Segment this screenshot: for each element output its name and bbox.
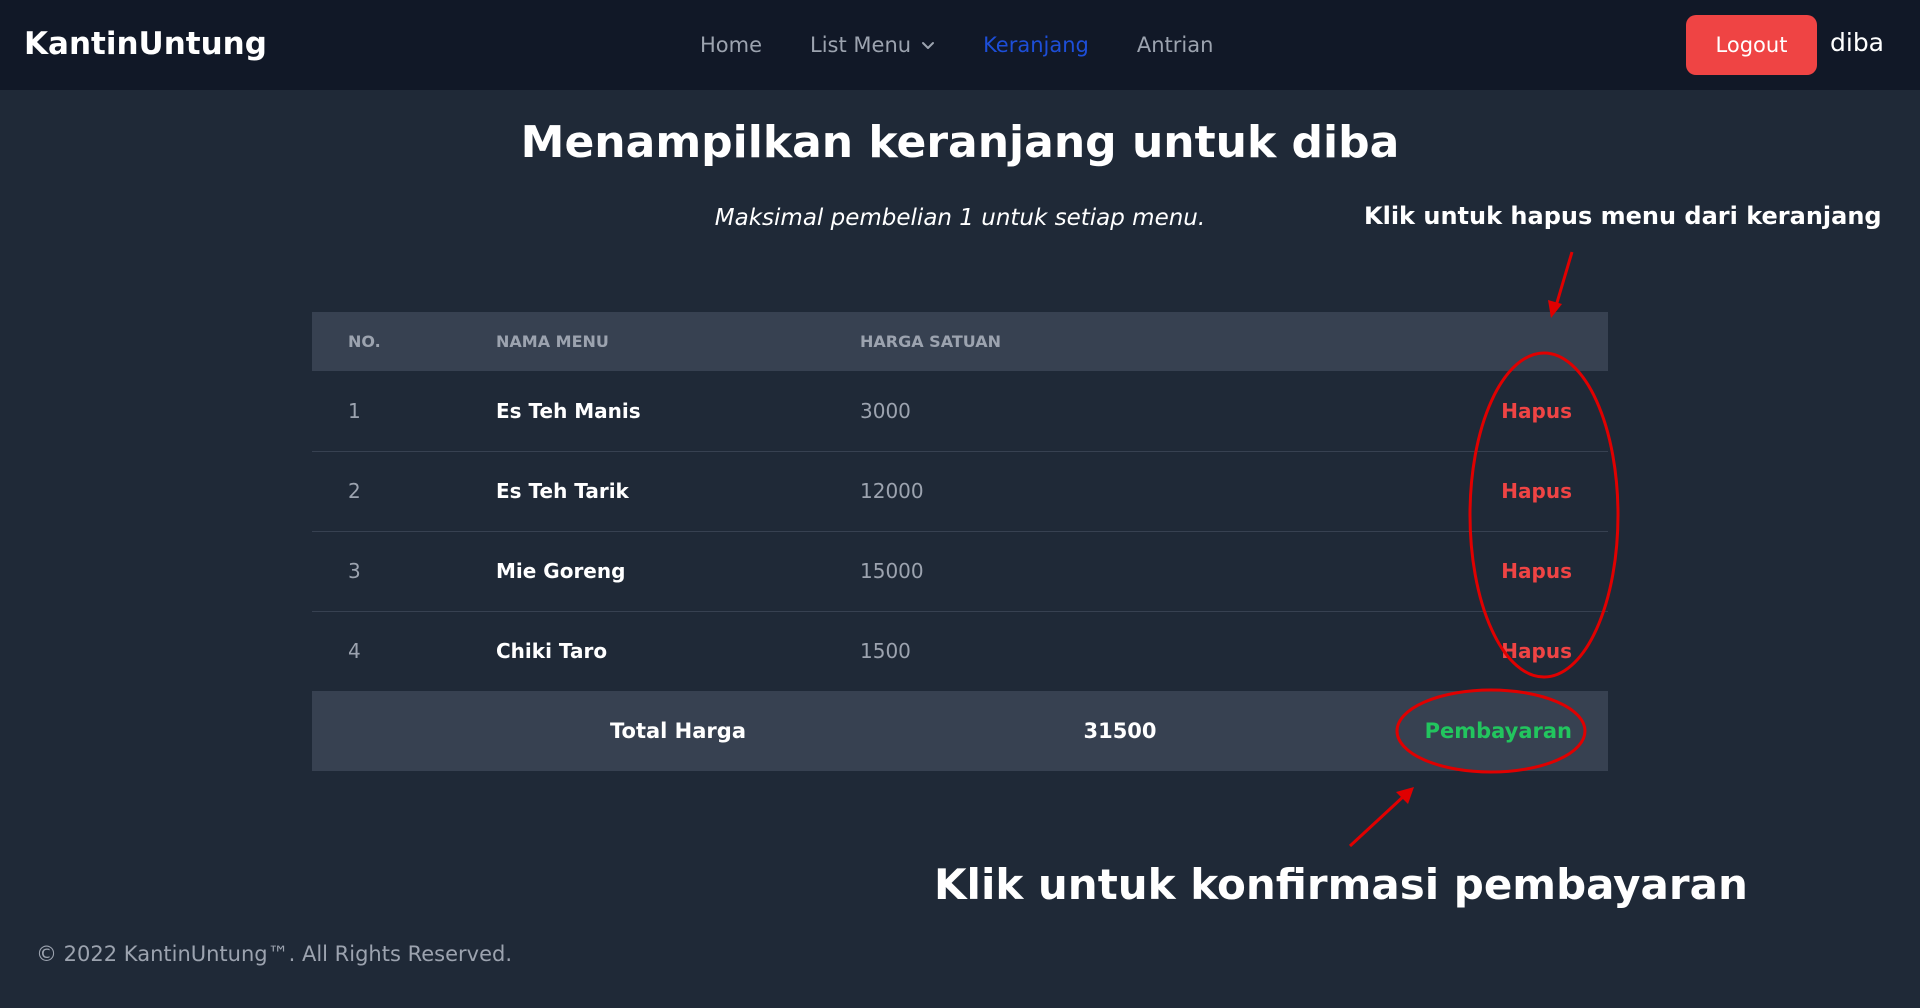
nav-menu: Home List Menu Keranjang Antrian — [700, 30, 1213, 60]
cart-table: NO. NAMA MENU HARGA SATUAN 1 Es Teh Mani… — [312, 312, 1608, 771]
pay-cell: Pembayaran — [1380, 691, 1608, 771]
row-action: Hapus — [1380, 531, 1608, 611]
table-row: 3 Mie Goreng 15000 Hapus — [312, 531, 1608, 611]
navbar: KantinUntung Home List Menu Keranjang An… — [0, 0, 1920, 90]
arrow-bottom-line — [1348, 794, 1406, 848]
row-price: 12000 — [860, 479, 924, 503]
row-name: Mie Goreng — [496, 559, 626, 583]
brand-logo[interactable]: KantinUntung — [24, 26, 267, 62]
header-no: NO. — [348, 332, 381, 351]
table-header-row: NO. NAMA MENU HARGA SATUAN — [312, 312, 1608, 371]
row-price: 15000 — [860, 559, 924, 583]
hapus-link[interactable]: Hapus — [1501, 399, 1572, 423]
table-footer-row: Total Harga 31500 Pembayaran — [312, 691, 1608, 771]
row-price: 3000 — [860, 398, 911, 423]
chevron-down-icon — [922, 42, 935, 49]
nav-keranjang-link[interactable]: Keranjang — [983, 33, 1089, 57]
row-no: 4 — [348, 639, 361, 664]
nav-home-link[interactable]: Home — [700, 33, 762, 57]
logout-button[interactable]: Logout — [1686, 15, 1817, 75]
row-name: Es Teh Tarik — [496, 479, 629, 503]
arrow-top-line — [1554, 251, 1574, 307]
header-name: NAMA MENU — [496, 332, 609, 351]
nav-antrian-link[interactable]: Antrian — [1137, 33, 1214, 57]
annotation-hapus-text: Klik untuk hapus menu dari keranjang — [1364, 202, 1882, 230]
row-no: 3 — [348, 559, 361, 583]
header-price: HARGA SATUAN — [860, 332, 1002, 351]
page-title: Menampilkan keranjang untuk diba — [520, 117, 1400, 168]
row-no: 2 — [348, 479, 361, 503]
hapus-link[interactable]: Hapus — [1501, 639, 1572, 663]
row-name: Chiki Taro — [496, 639, 608, 664]
table-row: 2 Es Teh Tarik 12000 Hapus — [312, 451, 1608, 531]
row-no: 1 — [348, 398, 361, 423]
pembayaran-link[interactable]: Pembayaran — [1425, 719, 1572, 743]
table-row: 4 Chiki Taro 1500 Hapus — [312, 611, 1608, 691]
hapus-link[interactable]: Hapus — [1501, 479, 1572, 503]
nav-list-menu-dropdown[interactable]: List Menu — [810, 33, 935, 57]
annotation-pembayaran-text: Klik untuk konfirmasi pembayaran — [934, 860, 1748, 909]
row-action: Hapus — [1380, 451, 1608, 531]
total-label: Total Harga — [610, 719, 746, 743]
table-row: 1 Es Teh Manis 3000 Hapus — [312, 371, 1608, 451]
nav-list-menu-label: List Menu — [810, 33, 912, 57]
arrow-bottom-head — [1396, 787, 1414, 804]
header-action — [1380, 312, 1608, 371]
row-name: Es Teh Manis — [496, 398, 641, 423]
footer-copyright: © 2022 KantinUntung™. All Rights Reserve… — [36, 942, 513, 966]
total-value: 31500 — [1083, 719, 1157, 743]
row-action: Hapus — [1380, 371, 1608, 451]
row-action: Hapus — [1380, 611, 1608, 691]
hapus-link[interactable]: Hapus — [1501, 559, 1572, 583]
user-name: diba — [1830, 28, 1885, 57]
row-price: 1500 — [860, 639, 911, 664]
